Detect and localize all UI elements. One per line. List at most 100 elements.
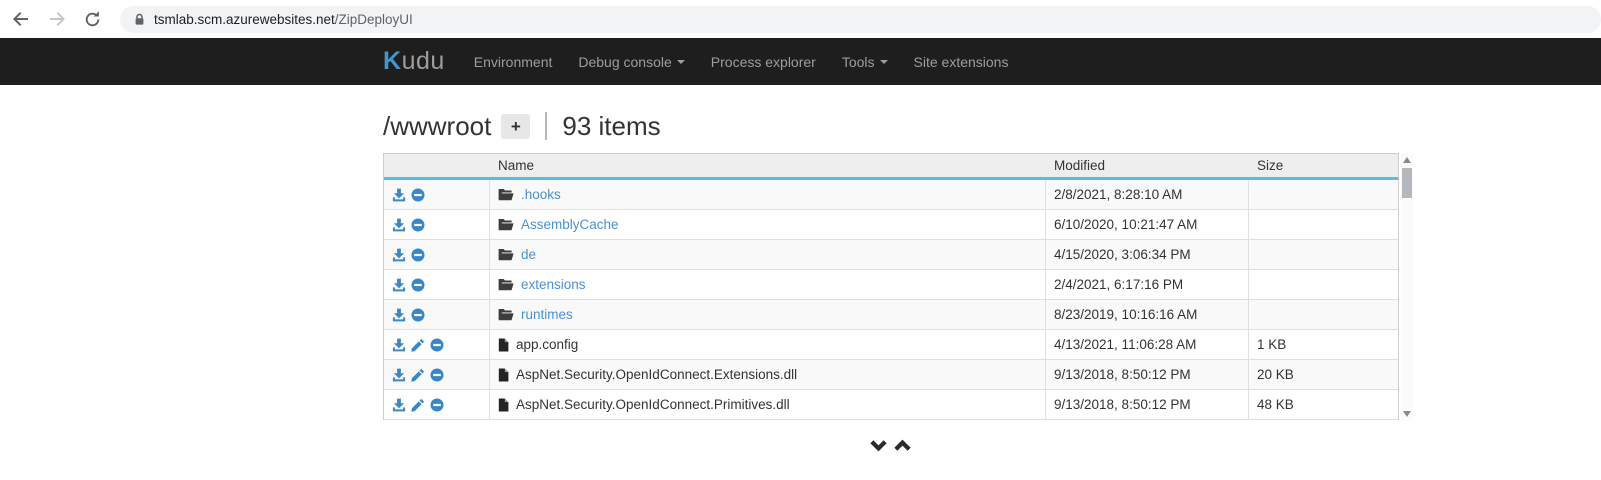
nav-item-label: Site extensions xyxy=(914,54,1009,70)
download-icon[interactable] xyxy=(392,278,406,292)
folder-link[interactable]: runtimes xyxy=(521,307,573,322)
delete-icon[interactable] xyxy=(430,368,444,382)
row-name-cell: de xyxy=(490,240,1046,269)
navbar-menu: Environment Debug console Process explorer… xyxy=(461,38,1022,85)
scroll-up-button[interactable] xyxy=(1401,154,1413,166)
scrollbar-thumb[interactable] xyxy=(1402,168,1412,198)
row-actions xyxy=(384,390,490,419)
modified-cell: 9/13/2018, 8:50:12 PM xyxy=(1046,390,1249,419)
edit-icon[interactable] xyxy=(411,338,425,352)
modified-cell: 2/8/2021, 8:28:10 AM xyxy=(1046,180,1249,209)
row-actions xyxy=(384,240,490,269)
download-icon[interactable] xyxy=(392,248,406,262)
folder-icon xyxy=(498,218,514,231)
download-icon[interactable] xyxy=(392,188,406,202)
nav-item-label: Environment xyxy=(474,54,553,70)
chevron-up-icon xyxy=(893,438,912,453)
forward-arrow-icon xyxy=(47,9,67,29)
file-name: app.config xyxy=(516,337,578,352)
caret-down-icon xyxy=(880,60,888,64)
modified-cell: 8/23/2019, 10:16:16 AM xyxy=(1046,300,1249,329)
current-path-title: /wwwroot xyxy=(383,111,491,142)
folder-icon xyxy=(498,188,514,201)
title-divider xyxy=(545,112,547,140)
edit-icon[interactable] xyxy=(411,398,425,412)
file-name: AspNet.Security.OpenIdConnect.Extensions… xyxy=(516,367,797,382)
modified-cell: 6/10/2020, 10:21:47 AM xyxy=(1046,210,1249,239)
file-table: Name Modified Size .hooks 2/8/2021, 8:28:… xyxy=(383,153,1399,420)
scroll-down-button[interactable] xyxy=(1401,408,1413,420)
modified-cell: 2/4/2021, 6:17:16 PM xyxy=(1046,270,1249,299)
size-cell: 20 KB xyxy=(1249,360,1398,389)
modified-cell: 9/13/2018, 8:50:12 PM xyxy=(1046,360,1249,389)
download-icon[interactable] xyxy=(392,338,406,352)
kudu-logo-rest: udu xyxy=(402,47,445,75)
row-actions xyxy=(384,300,490,329)
size-cell: 1 KB xyxy=(1249,330,1398,359)
folder-link[interactable]: extensions xyxy=(521,277,586,292)
browser-chrome: tsmlab.scm.azurewebsites.net/ZipDeployUI xyxy=(0,0,1601,38)
delete-icon[interactable] xyxy=(430,398,444,412)
table-row: app.config 4/13/2021, 11:06:28 AM1 KB xyxy=(384,330,1398,360)
download-icon[interactable] xyxy=(392,308,406,322)
folder-icon xyxy=(498,248,514,261)
size-cell xyxy=(1249,180,1398,209)
nav-item-process-explorer[interactable]: Process explorer xyxy=(698,38,829,85)
forward-button[interactable] xyxy=(42,4,72,34)
toolbar: /wwwroot + 93 items xyxy=(383,106,661,146)
row-name-cell: AspNet.Security.OpenIdConnect.Primitives… xyxy=(490,390,1046,419)
nav-item-label: Debug console xyxy=(578,54,671,70)
header-modified[interactable]: Modified xyxy=(1046,158,1249,173)
row-name-cell: extensions xyxy=(490,270,1046,299)
modified-cell: 4/15/2020, 3:06:34 PM xyxy=(1046,240,1249,269)
delete-icon[interactable] xyxy=(411,188,425,202)
kudu-logo[interactable]: Kudu xyxy=(383,47,445,76)
file-table-body: .hooks 2/8/2021, 8:28:10 AM AssemblyCache 6… xyxy=(384,180,1398,420)
url-host: tsmlab.scm.azurewebsites.net xyxy=(154,12,335,27)
size-cell: 48 KB xyxy=(1249,390,1398,419)
row-actions xyxy=(384,360,490,389)
header-name[interactable]: Name xyxy=(490,158,1046,173)
file-browser: Name Modified Size .hooks 2/8/2021, 8:28:… xyxy=(383,153,1413,421)
download-icon[interactable] xyxy=(392,368,406,382)
folder-link[interactable]: .hooks xyxy=(521,187,561,202)
modified-cell: 4/13/2021, 11:06:28 AM xyxy=(1046,330,1249,359)
header-size[interactable]: Size xyxy=(1249,158,1398,173)
row-actions xyxy=(384,180,490,209)
nav-item-environment[interactable]: Environment xyxy=(461,38,566,85)
delete-icon[interactable] xyxy=(411,308,425,322)
delete-icon[interactable] xyxy=(411,278,425,292)
folder-link[interactable]: de xyxy=(521,247,536,262)
row-name-cell: app.config xyxy=(490,330,1046,359)
back-button[interactable] xyxy=(6,4,36,34)
expand-panel-button[interactable] xyxy=(893,438,912,453)
table-scrollbar[interactable] xyxy=(1401,153,1413,421)
download-icon[interactable] xyxy=(392,398,406,412)
nav-item-tools[interactable]: Tools xyxy=(829,38,901,85)
delete-icon[interactable] xyxy=(430,338,444,352)
table-header: Name Modified Size xyxy=(384,154,1398,180)
collapse-panel-button[interactable] xyxy=(869,438,888,453)
nav-item-site-extensions[interactable]: Site extensions xyxy=(901,38,1022,85)
file-icon xyxy=(498,338,509,352)
folder-icon xyxy=(498,278,514,291)
size-cell xyxy=(1249,210,1398,239)
size-cell xyxy=(1249,300,1398,329)
delete-icon[interactable] xyxy=(411,248,425,262)
address-bar[interactable]: tsmlab.scm.azurewebsites.net/ZipDeployUI xyxy=(120,6,1601,33)
download-icon[interactable] xyxy=(392,218,406,232)
nav-item-debug-console[interactable]: Debug console xyxy=(565,38,697,85)
edit-icon[interactable] xyxy=(411,368,425,382)
refresh-button[interactable] xyxy=(78,4,108,34)
folder-link[interactable]: AssemblyCache xyxy=(521,217,619,232)
table-row: AspNet.Security.OpenIdConnect.Primitives… xyxy=(384,390,1398,420)
chevron-down-icon xyxy=(869,438,888,453)
url-path: /ZipDeployUI xyxy=(335,12,413,27)
item-count-label: 93 items xyxy=(562,111,660,142)
kudu-logo-k: K xyxy=(383,47,402,75)
row-name-cell: AspNet.Security.OpenIdConnect.Extensions… xyxy=(490,360,1046,389)
delete-icon[interactable] xyxy=(411,218,425,232)
nav-item-label: Process explorer xyxy=(711,54,816,70)
new-item-button[interactable]: + xyxy=(501,114,530,139)
file-icon xyxy=(498,398,509,412)
